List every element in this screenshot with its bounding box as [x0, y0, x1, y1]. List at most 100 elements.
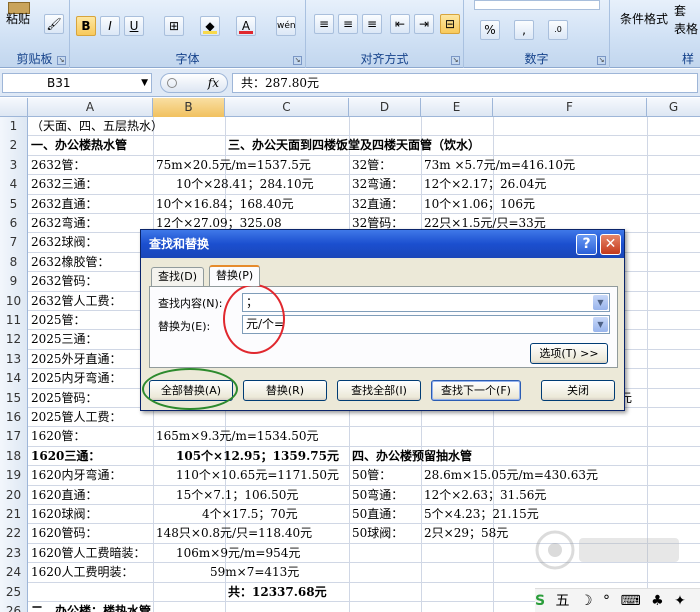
cell-d[interactable]: 四、办公楼预留抽水管 — [352, 447, 472, 466]
font-color-button[interactable]: A — [236, 16, 256, 36]
column-header-e[interactable]: E — [421, 98, 493, 117]
find-next-button[interactable]: 查找下一个(F) — [431, 380, 521, 401]
options-button[interactable]: 选项(T) >> — [530, 343, 608, 364]
cell-a[interactable]: 1620管： — [31, 427, 86, 446]
align-right-icon[interactable]: ≡ — [362, 14, 382, 34]
conditional-format-button[interactable]: 条件格式 — [620, 10, 668, 27]
bold-button[interactable]: B — [76, 16, 96, 36]
format-painter-icon[interactable]: 🖌 — [44, 14, 64, 34]
cell-a[interactable]: 一、办公楼热水管 — [31, 136, 127, 155]
cell-a[interactable]: 2025管码： — [31, 389, 98, 408]
keyboard-icon[interactable]: ⌨ — [620, 589, 640, 612]
column-header-a[interactable]: A — [28, 98, 153, 117]
tab-find[interactable]: 查找(D) — [151, 267, 205, 286]
cell-e[interactable]: 2只×29；58元 — [424, 524, 508, 543]
cell-a[interactable]: 2632管码： — [31, 272, 98, 291]
cell-e[interactable]: 5个×4.23；21.15元 — [424, 505, 539, 524]
cell-a[interactable]: 1620球阀： — [31, 505, 98, 524]
cell-a[interactable]: 2632管人工费： — [31, 292, 122, 311]
cell-a[interactable]: 1620管人工费暗装： — [31, 544, 146, 563]
row-header[interactable]: 9 — [0, 272, 28, 292]
row-header[interactable]: 17 — [0, 427, 28, 447]
cell-d[interactable]: 32直通： — [352, 195, 403, 214]
cell-d[interactable]: 50球阀： — [352, 524, 403, 543]
row-header[interactable]: 2 — [0, 136, 28, 156]
chevron-down-icon[interactable]: ▼ — [593, 295, 608, 310]
row-header[interactable]: 16 — [0, 408, 28, 428]
sogou-icon[interactable]: S — [535, 589, 545, 612]
replace-input[interactable]: 元/个= ▼ — [242, 315, 610, 334]
increase-decimal-icon[interactable]: .0 — [548, 20, 568, 40]
cell-d[interactable]: 32管： — [352, 156, 391, 175]
cell-a[interactable]: 2025三通： — [31, 330, 98, 349]
row-header[interactable]: 19 — [0, 466, 28, 486]
insert-function-button[interactable]: fx — [160, 73, 228, 93]
cell-a[interactable]: 1620三通： — [31, 447, 100, 466]
number-format-select[interactable] — [474, 0, 600, 10]
close-button[interactable]: 关闭 — [541, 380, 615, 401]
underline-button[interactable]: U — [124, 16, 144, 36]
row-header[interactable]: 18 — [0, 446, 28, 467]
cell-a[interactable]: （天面、四、五层热水） — [31, 117, 163, 136]
column-header-c[interactable]: C — [225, 98, 349, 117]
cell-a[interactable]: 2632管： — [31, 156, 86, 175]
cell-b[interactable]: 110个×10.65元=1171.50元 — [176, 466, 339, 485]
paste-button[interactable]: 粘贴 — [6, 10, 30, 27]
row-header[interactable]: 24 — [0, 563, 28, 583]
cell-b[interactable]: 10个×28.41；284.10元 — [176, 175, 314, 194]
replace-button[interactable]: 替换(R) — [243, 380, 327, 401]
cell-c[interactable]: 三、办公天面到四楼饭堂及四楼天面管（饮水） — [228, 136, 480, 155]
row-header[interactable]: 15 — [0, 388, 28, 408]
cell-b[interactable]: 75m×20.5元/m=1537.5元 — [156, 156, 311, 175]
help-button[interactable]: ? — [576, 234, 597, 255]
row-header[interactable]: 20 — [0, 485, 28, 505]
cell-a[interactable]: 1620直通： — [31, 486, 98, 505]
row-header[interactable]: 23 — [0, 543, 28, 564]
increase-indent-icon[interactable]: ⇥ — [414, 14, 434, 34]
column-header-f[interactable]: F — [493, 98, 647, 117]
cell-b[interactable]: 59m×7=413元 — [210, 563, 299, 582]
row-header[interactable]: 5 — [0, 194, 28, 214]
row-header[interactable]: 14 — [0, 369, 28, 389]
dialog-title-bar[interactable]: 查找和替换 — [141, 230, 624, 258]
chevron-down-icon[interactable]: ▼ — [141, 74, 148, 92]
cell-a[interactable]: 2632球阀： — [31, 233, 98, 252]
tools-icon[interactable]: ✦ — [674, 589, 686, 612]
cell-e[interactable]: 73m ×5.7元/m=416.10元 — [424, 156, 575, 175]
comma-icon[interactable]: , — [514, 20, 534, 40]
close-icon[interactable]: ✕ — [600, 234, 621, 255]
cell-a[interactable]: 2632直通： — [31, 195, 98, 214]
italic-button[interactable]: I — [100, 16, 120, 36]
cell-d[interactable]: 50弯通： — [352, 486, 403, 505]
cell-e[interactable]: 12个×2.63；31.56元 — [424, 486, 546, 505]
align-center-icon[interactable]: ≡ — [338, 14, 358, 34]
cell-e[interactable]: 10个×1.06；106元 — [424, 195, 535, 214]
cell-d[interactable]: 50管： — [352, 466, 391, 485]
cell-a[interactable]: 1620内牙弯通： — [31, 466, 122, 485]
cell-d[interactable]: 50直通： — [352, 505, 403, 524]
row-header[interactable]: 3 — [0, 155, 28, 176]
fill-color-icon[interactable]: ◆ — [200, 16, 220, 36]
cell-b[interactable]: 4个×17.5；70元 — [202, 505, 298, 524]
border-icon[interactable]: ⊞ — [164, 16, 184, 36]
row-header[interactable]: 4 — [0, 175, 28, 195]
table-format-button[interactable]: 套 表格 — [674, 2, 700, 38]
cell-a[interactable]: 2025管： — [31, 311, 86, 330]
cell-b[interactable]: 15个×7.1；106.50元 — [176, 486, 298, 505]
cell-a[interactable]: 1620人工费明装： — [31, 563, 134, 582]
cell-a[interactable]: 2025外牙直通： — [31, 350, 122, 369]
row-header[interactable]: 11 — [0, 311, 28, 331]
row-header[interactable]: 21 — [0, 505, 28, 525]
cell-b[interactable]: 10个×16.84；168.40元 — [156, 195, 294, 214]
column-header-b[interactable]: B — [153, 98, 225, 117]
row-header[interactable]: 1 — [0, 117, 28, 137]
percent-icon[interactable]: % — [480, 20, 500, 40]
punctuation-icon[interactable]: ° — [603, 589, 610, 612]
row-header[interactable]: 22 — [0, 524, 28, 544]
cell-a[interactable]: 2025内牙弯通： — [31, 369, 122, 388]
row-header[interactable]: 6 — [0, 214, 28, 234]
row-header[interactable]: 12 — [0, 330, 28, 350]
alignment-launcher-icon[interactable]: ↘ — [451, 56, 460, 65]
chevron-down-icon[interactable]: ▼ — [593, 317, 608, 332]
cell-a[interactable]: 2632弯通： — [31, 214, 98, 233]
